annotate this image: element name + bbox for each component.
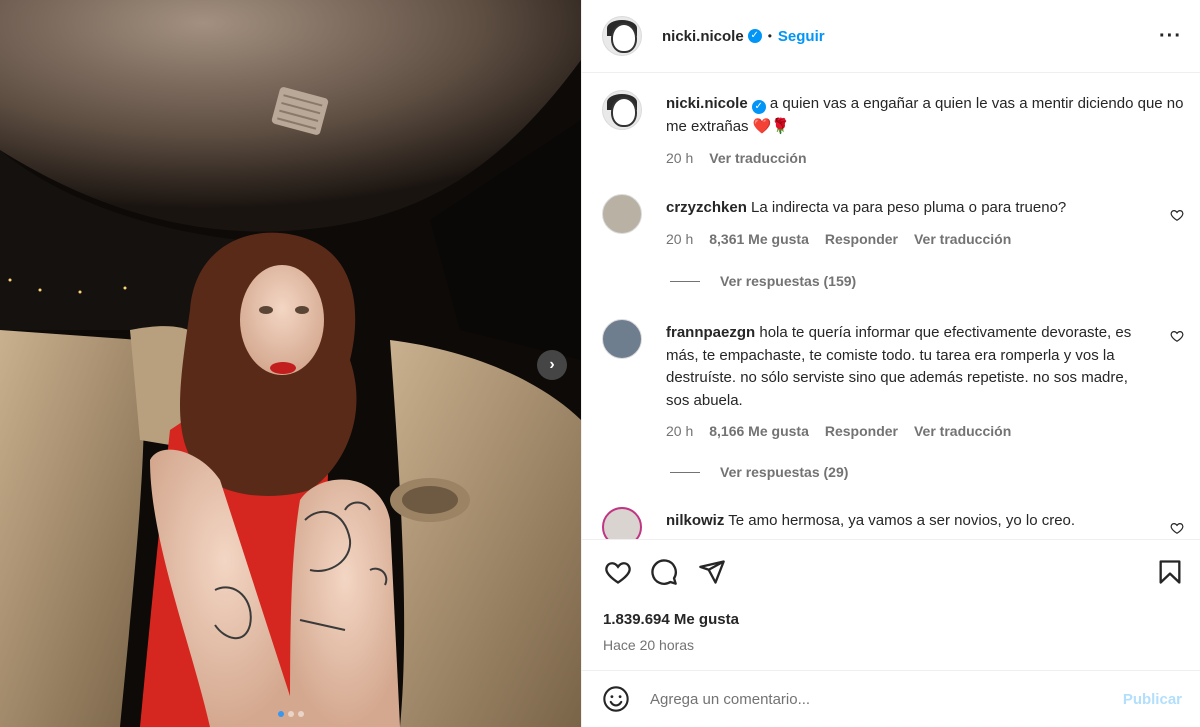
comment-meta: 20 h 8,361 Me gusta Responder Ver traduc… (666, 228, 1154, 251)
post-header: nicki.nicole ✓ • Seguir ··· (582, 0, 1200, 73)
bookmark-icon[interactable] (1156, 558, 1184, 586)
comment-avatar[interactable] (602, 194, 642, 234)
comment-likes[interactable]: 8,361 Me gusta (709, 228, 809, 251)
action-icons (600, 558, 1184, 588)
instagram-post-view: › nicki.nicole ✓ • Seguir ··· nicki.nico… (0, 0, 1200, 727)
post-photo-image (0, 0, 581, 727)
comment: nilkowiz Te amo hermosa, ya vamos a ser … (602, 507, 1184, 539)
view-replies-button[interactable]: Ver respuestas (29) (670, 464, 848, 480)
replies-line (670, 280, 700, 282)
comment-text: La indirecta va para peso pluma o para t… (751, 199, 1067, 216)
comment: crzyzchken La indirecta va para peso plu… (602, 194, 1184, 254)
comment-username[interactable]: frannpaezgn (666, 324, 755, 341)
comment-username[interactable]: nilkowiz (666, 512, 724, 529)
reply-button[interactable]: Responder (825, 228, 898, 251)
author-username[interactable]: nicki.nicole (662, 28, 744, 45)
caption-username[interactable]: nicki.nicole (666, 95, 748, 112)
post-photo[interactable]: › (0, 0, 581, 727)
chevron-right-icon: › (549, 356, 555, 373)
carousel-indicator (0, 711, 581, 717)
heart-icon[interactable] (604, 558, 632, 586)
view-replies-label: Ver respuestas (29) (720, 464, 849, 480)
verified-badge-icon: ✓ (751, 100, 766, 114)
avatar-face (611, 97, 637, 127)
carousel-dot (297, 711, 304, 717)
caption: nicki.nicole ✓ a quien vas a engañar a qu… (602, 90, 1184, 170)
comment-icon[interactable] (650, 558, 678, 586)
caption-meta: 20 h Ver traducción (666, 147, 1184, 170)
view-replies-button[interactable]: Ver respuestas (159) (670, 273, 856, 289)
publish-button[interactable]: Publicar (1123, 691, 1182, 708)
likes-count[interactable]: 1.839.694 Me gusta (603, 611, 739, 628)
comment-like-heart-icon[interactable] (1170, 521, 1184, 535)
post-actions: 1.839.694 Me gusta Hace 20 horas (582, 539, 1200, 672)
caption-avatar[interactable] (602, 90, 642, 130)
comment-avatar[interactable] (602, 319, 642, 359)
reply-button[interactable]: Responder (825, 420, 898, 443)
comment-likes[interactable]: 8,166 Me gusta (709, 420, 809, 443)
avatar-face (611, 23, 637, 53)
author-avatar[interactable] (602, 16, 642, 56)
caption-time[interactable]: 20 h (666, 147, 693, 170)
comment-text: Te amo hermosa, ya vamos a ser novios, y… (728, 512, 1076, 529)
comment-time[interactable]: 20 h (666, 420, 693, 443)
comment-meta: 20 h 8,166 Me gusta Responder Ver traduc… (666, 420, 1154, 443)
post-side-panel: nicki.nicole ✓ • Seguir ··· nicki.nicole… (581, 0, 1200, 727)
comment-body: crzyzchken La indirecta va para peso plu… (666, 197, 1154, 250)
add-comment-bar: Publicar (582, 670, 1200, 727)
comment-username[interactable]: crzyzchken (666, 199, 747, 216)
caption-body: nicki.nicole ✓ a quien vas a engañar a qu… (666, 93, 1184, 170)
comment-avatar[interactable] (602, 507, 642, 539)
comment-input[interactable] (648, 689, 1123, 709)
posted-time[interactable]: Hace 20 horas (603, 637, 694, 653)
comment-body: nilkowiz Te amo hermosa, ya vamos a ser … (666, 510, 1154, 533)
comment-body: frannpaezgn hola te quería informar que … (666, 322, 1154, 443)
translate-link[interactable]: Ver traducción (914, 420, 1011, 443)
carousel-next-button[interactable]: › (537, 350, 567, 380)
comment-like-heart-icon[interactable] (1170, 329, 1184, 343)
replies-line (670, 471, 700, 473)
header-separator: • (767, 29, 772, 43)
carousel-dot (287, 711, 294, 717)
more-horizontal-icon[interactable]: ··· (1159, 25, 1182, 48)
comment: frannpaezgn hola te quería informar que … (602, 319, 1184, 449)
paper-plane-icon[interactable] (698, 558, 726, 586)
comment-like-heart-icon[interactable] (1170, 208, 1184, 222)
caption-translate-link[interactable]: Ver traducción (709, 147, 806, 170)
verified-badge-icon: ✓ (747, 29, 762, 43)
comments-list[interactable]: nicki.nicole ✓ a quien vas a engañar a qu… (582, 73, 1200, 539)
translate-link[interactable]: Ver traducción (914, 228, 1011, 251)
follow-button[interactable]: Seguir (778, 28, 825, 45)
emoji-icon[interactable] (602, 685, 630, 713)
comment-time[interactable]: 20 h (666, 228, 693, 251)
carousel-dot (277, 711, 284, 717)
view-replies-label: Ver respuestas (159) (720, 273, 857, 289)
